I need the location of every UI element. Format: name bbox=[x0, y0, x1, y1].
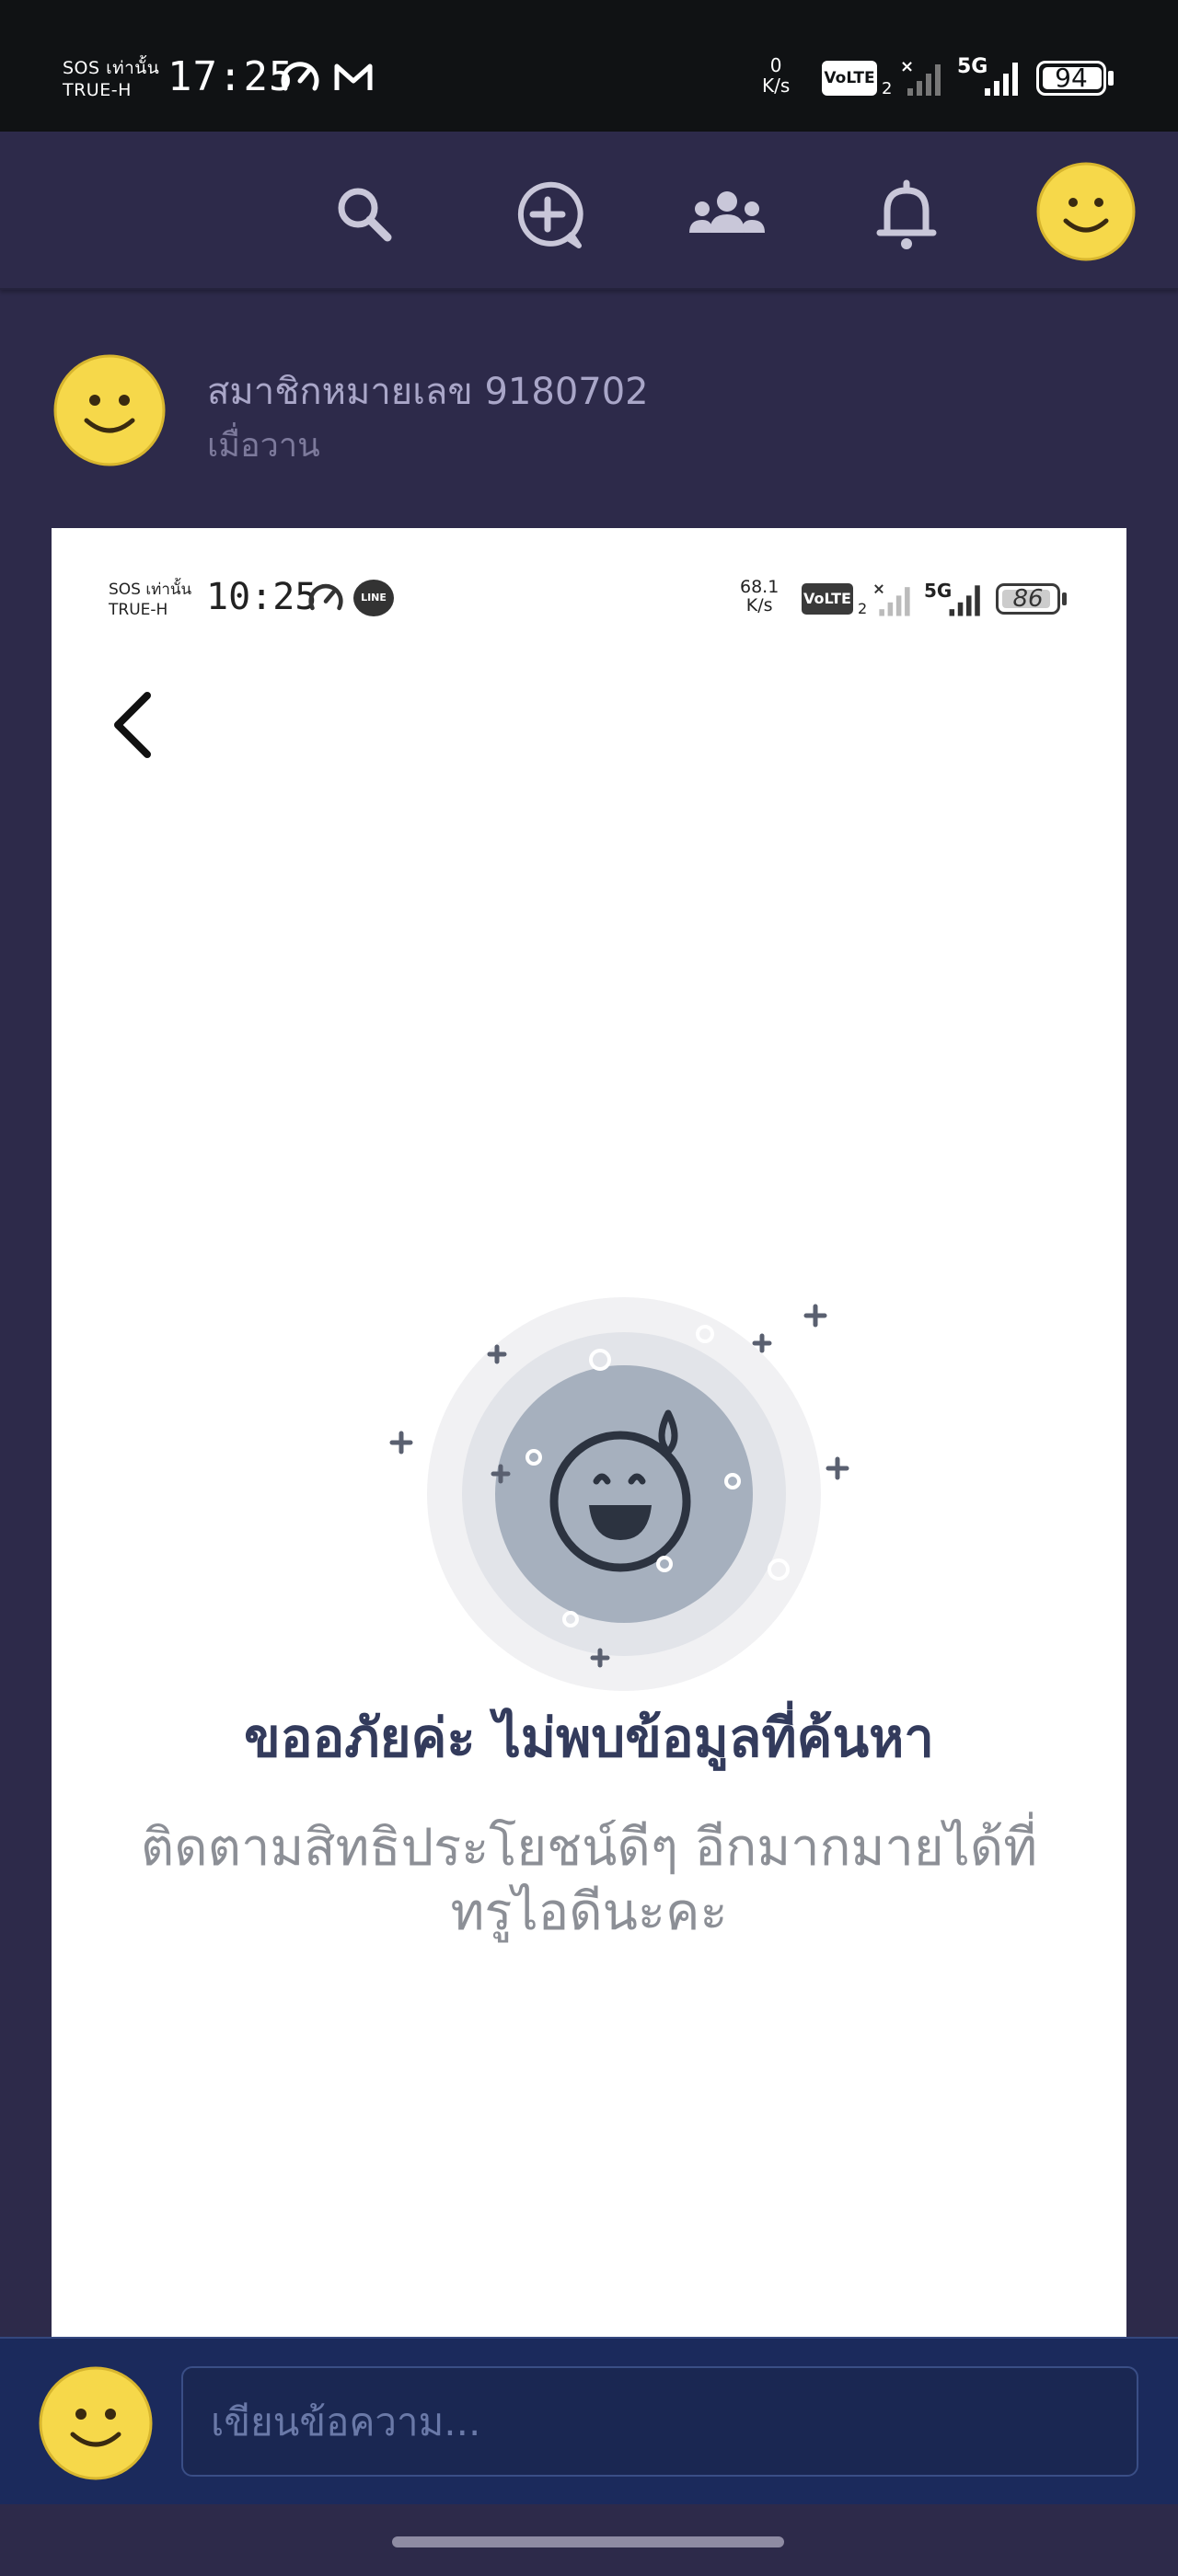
back-arrow-icon bbox=[114, 692, 151, 758]
carrier-line1: SOS เท่านั้น bbox=[63, 58, 160, 78]
author-avatar[interactable] bbox=[53, 354, 166, 466]
speedometer-icon bbox=[281, 62, 319, 91]
embedded-volte-sim-label: 2 bbox=[858, 600, 868, 617]
embedded-network-speed-value: 68.1 bbox=[740, 577, 780, 597]
embedded-battery-cap bbox=[1062, 592, 1067, 605]
carrier-label: SOS เท่านั้น TRUE-H bbox=[63, 57, 159, 101]
add-chat-icon bbox=[517, 181, 583, 248]
embedded-speedometer-icon bbox=[308, 583, 343, 611]
group-icon bbox=[689, 191, 765, 233]
volte-badge: VoLTE bbox=[822, 61, 877, 96]
comment-input[interactable] bbox=[181, 2366, 1138, 2477]
search-icon bbox=[338, 188, 392, 242]
embedded-carrier-line1: SOS เท่านั้น bbox=[109, 581, 192, 599]
embedded-volte-badge: VoLTE bbox=[802, 583, 853, 615]
empty-state-illustration bbox=[389, 1297, 849, 1691]
post-header: สมาชิกหมายเลข 9180702 เมื่อวาน bbox=[0, 308, 1178, 492]
add-chat-button[interactable] bbox=[502, 168, 594, 260]
line-app-icon: LINE bbox=[353, 580, 394, 616]
battery-percent: 94 bbox=[1055, 63, 1088, 93]
profile-avatar[interactable] bbox=[1036, 162, 1136, 261]
post-image[interactable]: SOS เท่านั้น TRUE-H 10:25 LINE 68.1 K/s … bbox=[52, 528, 1126, 2337]
empty-state-subtitle: ติดตามสิทธิประโยชน์ดีๆ อีกมากมายได้ที่ ท… bbox=[140, 1818, 1038, 1942]
battery-icon: 94 bbox=[1036, 61, 1106, 96]
embedded-battery-percent: 86 bbox=[1012, 585, 1044, 613]
network-speed: 0 K/s bbox=[762, 55, 790, 96]
signal-sim1-icon: × bbox=[900, 57, 941, 96]
svg-text:×: × bbox=[900, 57, 914, 76]
search-button[interactable] bbox=[318, 168, 410, 260]
gesture-nav-area bbox=[0, 2504, 1178, 2576]
embedded-signal-sim2-icon bbox=[949, 585, 980, 616]
community-button[interactable] bbox=[681, 168, 773, 260]
gmail-icon bbox=[334, 63, 373, 90]
app-header bbox=[0, 132, 1178, 290]
network-speed-value: 0 bbox=[769, 54, 782, 76]
post-timestamp: เมื่อวาน bbox=[207, 427, 320, 465]
composer-avatar[interactable] bbox=[39, 2366, 153, 2480]
carrier-line2: TRUE-H bbox=[63, 80, 132, 100]
home-indicator[interactable] bbox=[392, 2536, 784, 2547]
embedded-battery-icon: 86 bbox=[996, 583, 1060, 615]
battery-cap bbox=[1108, 71, 1114, 86]
svg-text:×: × bbox=[872, 581, 885, 598]
embedded-carrier-label: SOS เท่านั้น TRUE-H bbox=[109, 580, 191, 620]
embedded-network-speed-unit: K/s bbox=[745, 595, 773, 615]
empty-state-title: ขออภัยค่ะ ไม่พบข้อมูลที่ค้นหา bbox=[244, 1707, 934, 1769]
post-author-name[interactable]: สมาชิกหมายเลข 9180702 bbox=[207, 362, 649, 420]
network-speed-unit: K/s bbox=[762, 75, 791, 97]
embedded-status-bar: SOS เท่านั้น TRUE-H 10:25 LINE 68.1 K/s … bbox=[52, 528, 1126, 638]
signal-sim2-icon bbox=[985, 63, 1018, 96]
embedded-carrier-line2: TRUE-H bbox=[109, 601, 168, 619]
status-time: 17:25 bbox=[167, 53, 294, 100]
embedded-network-speed: 68.1 K/s bbox=[740, 578, 779, 615]
embedded-status-time: 10:25 bbox=[206, 576, 318, 618]
bell-icon bbox=[876, 179, 937, 249]
comment-composer bbox=[0, 2337, 1178, 2506]
volte-sim-label: 2 bbox=[882, 79, 893, 98]
embedded-signal-sim1-icon: × bbox=[872, 581, 910, 616]
notifications-button[interactable] bbox=[860, 168, 953, 260]
status-bar: SOS เท่านั้น TRUE-H 17:25 0 K/s VoLTE 2 … bbox=[0, 0, 1178, 132]
